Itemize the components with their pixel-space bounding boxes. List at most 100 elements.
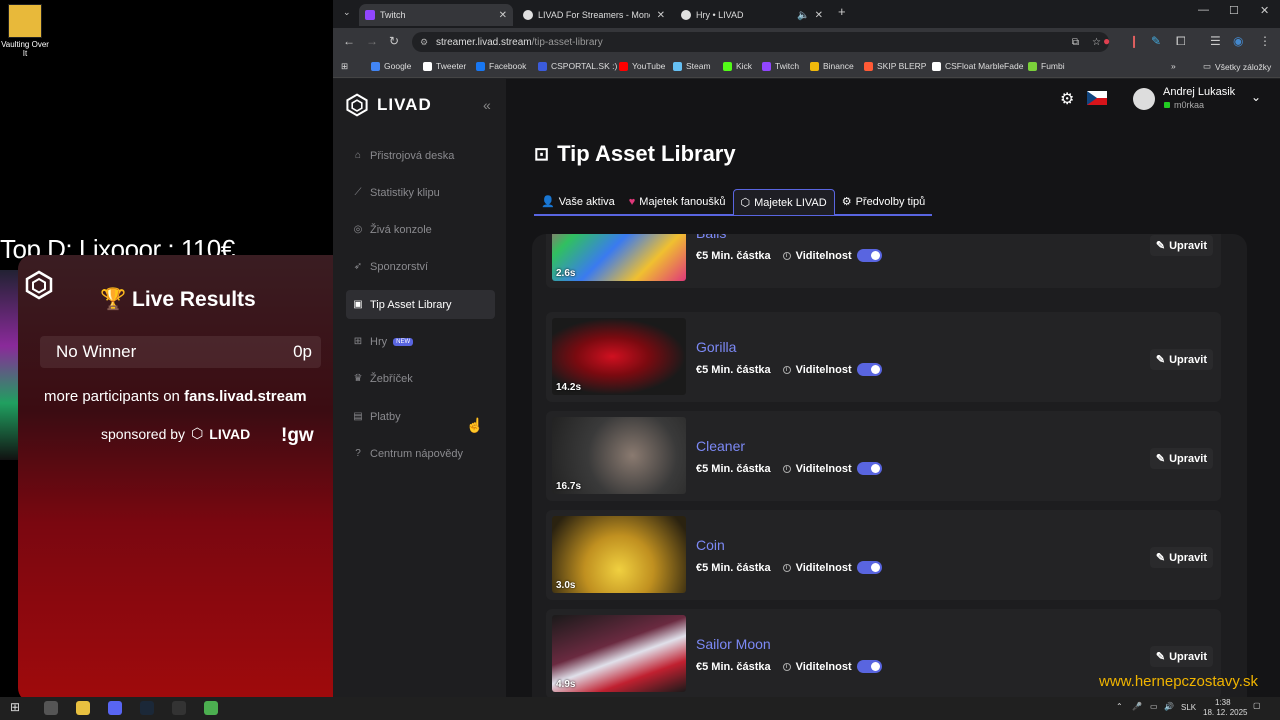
sidebar-item-library[interactable]: ▣ Tip Asset Library [346,290,495,320]
tray-chevron-icon[interactable]: ⌃ [1116,702,1123,711]
clock-date[interactable]: 18. 12. 2025 [1203,708,1247,717]
all-bookmarks-folder[interactable]: ▭ Všetky záložky [1203,61,1271,72]
windows-start-icon[interactable]: ⊞ [10,700,20,714]
maximize-icon[interactable]: ☐ [1229,4,1239,17]
extension-icon[interactable]: ❙ [1129,34,1139,48]
bookmarks-overflow-icon[interactable]: » [1171,61,1176,71]
bookmark-item[interactable]: SKIP BLERP [864,61,926,71]
profile-icon[interactable]: ◉ [1233,34,1243,48]
apps-icon[interactable]: ⊞ [341,61,348,72]
visibility-toggle[interactable] [856,363,882,376]
visibility: i Viditelnost [782,561,882,574]
browser-tab-hry[interactable]: Hry • LIVAD 🔈 ✕ [675,4,829,26]
asset-thumbnail[interactable]: 3.0s [552,516,686,593]
discord-icon[interactable] [108,701,122,715]
tab-1[interactable]: ♥ Majetek fanoušků [621,189,733,216]
extensions-puzzle-icon[interactable]: ⧠ [1176,34,1186,49]
asset-thumbnail[interactable]: 4.9s [552,615,686,692]
bookmark-favicon-icon [810,61,819,71]
close-tab-icon[interactable]: ✕ [499,10,507,21]
language-flag-icon[interactable] [1087,91,1107,105]
edit-icon: ✎ [1155,552,1166,564]
tab-2[interactable]: ⬡ Majetek LIVAD [732,189,835,216]
visibility-toggle[interactable] [856,249,882,262]
tab-0[interactable]: 👤 Vaše aktiva [534,189,622,216]
obs-icon[interactable] [172,701,186,715]
sidebar-item-gamepad[interactable]: ⊞ Hry NEW [346,328,495,357]
steam-icon[interactable] [140,701,154,715]
sidebar-item-home[interactable]: ⌂ Přistrojová deska [346,141,495,170]
sidebar-item-chart[interactable]: ⟋ Statistiky klipu [346,178,495,207]
visibility-toggle[interactable] [856,561,882,574]
reading-list-icon[interactable]: ☰ [1210,34,1221,48]
browser-tab-livad-streamers[interactable]: LIVAD For Streamers - Monetiz ✕ [517,4,671,26]
install-icon[interactable]: ⧉ [1072,37,1079,48]
sidebar-item-label: Platby [370,410,401,423]
edit-button[interactable]: ✎ Upravit [1149,646,1213,667]
bookmark-favicon-icon [538,61,547,71]
livad-tab-icon [523,10,533,20]
home-icon: ⌂ [354,149,362,161]
clock-time[interactable]: 1:38 [1215,698,1231,707]
settings-gear-icon[interactable]: ⚙ [1060,89,1074,109]
mute-icon[interactable]: 🔈 [797,10,809,21]
reload-icon[interactable]: ↻ [389,34,399,48]
tab-list-icon[interactable]: ⌄ [343,7,351,18]
close-window-icon[interactable]: ✕ [1260,4,1269,17]
bookmark-item[interactable]: Fumbi [1028,61,1065,71]
chrome-icon[interactable] [204,701,218,715]
site-info-icon[interactable]: ⚙ [420,37,428,48]
sidebar-item-live[interactable]: ◎ Živá konzole [346,216,495,245]
collapse-sidebar-icon[interactable]: « [483,97,491,113]
mic-icon[interactable]: 🎤 [1132,702,1142,711]
asset-card: 3.0s Coin €5 Min. částka i Viditelnost ✎ Uprav… [546,510,1221,600]
extension-icon[interactable]: ✎ [1151,34,1161,48]
menu-icon[interactable]: ⋮ [1259,34,1271,48]
bookmark-star-icon[interactable]: ☆ [1092,37,1101,48]
asset-thumbnail[interactable]: 2.6s [552,234,686,281]
taskbar-app-icon[interactable] [44,701,58,715]
edit-button[interactable]: ✎ Upravit [1149,547,1213,568]
sidebar-item-help[interactable]: ? Centrum nápovědy [346,439,495,468]
brand[interactable]: LIVAD [345,93,432,117]
asset-thumbnail[interactable]: 16.7s [552,417,686,494]
bookmark-item[interactable]: YouTube [619,61,665,71]
network-icon[interactable]: ▭ [1150,702,1158,711]
sidebar-item-trophy[interactable]: ♛ Žebříček [346,365,495,394]
language-indicator[interactable]: SLK [1181,703,1196,712]
url-input[interactable]: ⚙ streamer.livad.stream/tip-asset-librar… [412,32,1109,52]
bookmark-item[interactable]: CSFloat MarbleFade [932,61,1023,71]
desktop-shortcut[interactable]: Vaulting Over It [0,4,50,58]
close-tab-icon[interactable]: ✕ [815,10,823,21]
forward-icon[interactable]: → [366,34,378,48]
volume-icon[interactable]: 🔊 [1164,702,1174,711]
sidebar-item-rocket[interactable]: ➶ Sponzorství [346,253,495,282]
bookmark-item[interactable]: Steam [673,61,711,71]
browser-tab-twitch[interactable]: Twitch ✕ [359,4,513,26]
bookmark-favicon-icon [1028,61,1037,71]
visibility-toggle[interactable] [856,660,882,673]
winner-row: No Winner 0p [40,336,321,368]
minimize-icon[interactable]: — [1198,4,1209,16]
edit-button[interactable]: ✎ Upravit [1149,235,1213,256]
bookmark-item[interactable]: Facebook [476,61,526,71]
bookmark-item[interactable]: CSPORTAL.SK :) [538,61,617,71]
extension-icon[interactable]: ● [1103,34,1110,48]
asset-thumbnail[interactable]: 14.2s [552,318,686,395]
user-menu[interactable]: Andrej Lukasik m0rkaa ⌄ [1133,86,1273,114]
new-tab-icon[interactable]: + [838,4,846,19]
folder-icon[interactable] [76,701,90,715]
edit-button[interactable]: ✎ Upravit [1149,448,1213,469]
bookmark-item[interactable]: Google [371,61,411,71]
tab-3[interactable]: ⚙ Předvolby tipů [834,189,933,216]
bookmark-item[interactable]: Binance [810,61,854,71]
notification-icon[interactable]: ▢ [1253,701,1261,710]
bookmark-favicon-icon [673,61,682,71]
bookmark-item[interactable]: Kick [723,61,752,71]
visibility-toggle[interactable] [856,462,882,475]
bookmark-item[interactable]: Tweeter [423,61,466,71]
edit-button[interactable]: ✎ Upravit [1149,349,1213,370]
bookmark-item[interactable]: Twitch [762,61,799,71]
close-tab-icon[interactable]: ✕ [657,10,665,21]
back-icon[interactable]: ← [343,34,355,48]
